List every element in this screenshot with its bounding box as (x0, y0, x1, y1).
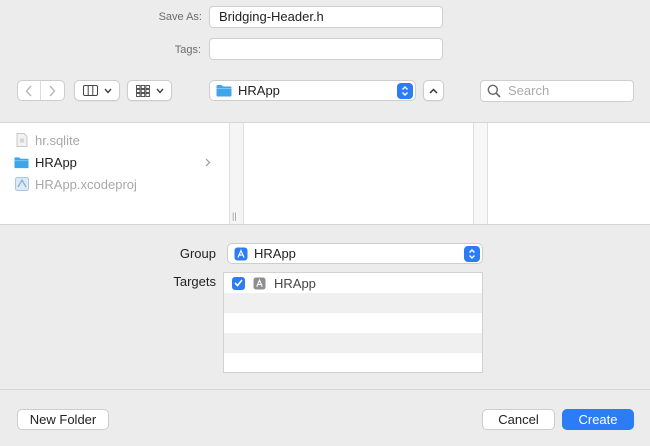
back-forward-control (17, 80, 65, 101)
new-folder-button[interactable]: New Folder (17, 409, 109, 430)
folder-icon (14, 155, 29, 170)
folder-item[interactable]: HRApp (14, 152, 214, 172)
search-icon (487, 84, 501, 98)
create-button[interactable]: Create (562, 409, 634, 430)
chevron-right-icon (205, 158, 211, 166)
xcodeproj-icon (14, 177, 29, 192)
footer-divider (0, 389, 650, 390)
target-checkbox[interactable] (232, 276, 245, 290)
column-divider (229, 123, 244, 224)
group-value: HRApp (254, 246, 296, 261)
chevron-right-icon (49, 85, 56, 96)
group-popup[interactable]: HRApp (227, 243, 483, 264)
file-browser: || hr.sqlite HRApp HRApp.xcodeproj (0, 122, 650, 225)
file-name: HRApp.xcodeproj (35, 176, 137, 192)
document-icon (14, 133, 29, 148)
folder-name: HRApp (35, 154, 77, 170)
app-target-icon (253, 277, 266, 289)
collapse-button[interactable] (423, 80, 444, 101)
target-row-empty (224, 353, 482, 373)
cancel-button[interactable]: Cancel (482, 409, 555, 430)
app-target-icon (234, 247, 248, 260)
target-row-empty (224, 333, 482, 353)
tags-field[interactable] (209, 38, 443, 60)
file-item[interactable]: hr.sqlite (14, 130, 80, 150)
chevron-up-icon (429, 87, 438, 94)
chevron-down-icon (103, 88, 112, 94)
checkmark-icon (234, 279, 243, 287)
column-resize-handle[interactable]: || (232, 211, 237, 221)
tags-label: Tags: (174, 44, 201, 56)
target-name: HRApp (274, 275, 316, 291)
view-mode-button[interactable] (74, 80, 120, 101)
columns-icon (82, 85, 98, 96)
popup-stepper-icon (397, 83, 413, 99)
targets-list: HRApp (223, 272, 483, 373)
back-button[interactable] (18, 81, 40, 100)
target-row[interactable]: HRApp (224, 273, 482, 293)
file-item[interactable]: HRApp.xcodeproj (14, 174, 137, 194)
grid-icon (135, 84, 150, 97)
location-label: HRApp (238, 83, 280, 98)
file-name: hr.sqlite (35, 132, 80, 148)
forward-button[interactable] (40, 81, 63, 100)
group-by-button[interactable] (127, 80, 172, 101)
folder-icon (216, 85, 232, 97)
column-divider (473, 123, 488, 224)
save-as-field[interactable]: Bridging-Header.h (209, 6, 443, 28)
targets-label: Targets (173, 274, 216, 289)
chevron-down-icon (155, 88, 164, 94)
save-as-label: Save As: (158, 11, 202, 23)
target-row-empty (224, 313, 482, 333)
location-popup[interactable]: HRApp (209, 80, 416, 101)
search-field[interactable]: Search (480, 80, 634, 102)
popup-stepper-icon (464, 246, 480, 262)
group-label: Group (179, 246, 216, 261)
target-row-empty (224, 293, 482, 313)
search-placeholder: Search (508, 83, 550, 98)
chevron-left-icon (25, 85, 32, 96)
